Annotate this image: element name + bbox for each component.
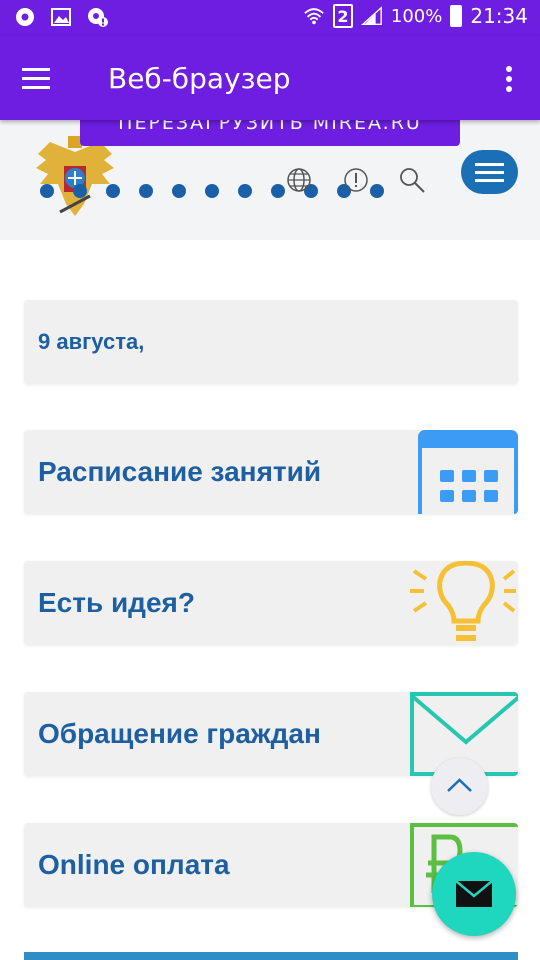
app-bar: Веб-браузер (0, 36, 540, 120)
signal-icon (360, 5, 383, 27)
battery-percent: 100% (390, 5, 443, 27)
carousel-dot[interactable] (106, 184, 120, 198)
clock: 21:34 (470, 4, 528, 28)
schedule-label: Расписание занятий (38, 456, 322, 487)
carousel-dot[interactable] (205, 184, 219, 198)
chevron-up-icon (447, 778, 472, 792)
sim-badge: 2 (332, 4, 353, 28)
payment-label: Online оплата (38, 849, 230, 880)
schedule-card[interactable]: Расписание занятий (24, 430, 518, 514)
idea-label: Есть идея? (38, 587, 195, 618)
scroll-to-top-button[interactable] (431, 758, 488, 815)
settings-alert-icon (86, 6, 108, 28)
search-icon[interactable] (398, 166, 426, 194)
lightbulb-icon (408, 561, 518, 645)
wifi-icon (303, 5, 325, 27)
carousel-dot[interactable] (172, 184, 186, 198)
gallery-icon (50, 6, 72, 28)
carousel-dot[interactable] (40, 184, 54, 198)
idea-card[interactable]: Есть идея? (24, 561, 518, 645)
bottom-banner-image (24, 952, 518, 960)
battery-icon (450, 5, 463, 27)
appeal-label: Обращение граждан (38, 718, 321, 749)
carousel-dot[interactable] (370, 184, 384, 198)
mail-icon (455, 880, 493, 907)
carousel-dot[interactable] (73, 184, 87, 198)
nav-menu-icon[interactable] (22, 68, 50, 95)
date-label: 9 августа, (38, 329, 145, 354)
more-options-icon[interactable] (506, 66, 512, 96)
app-title: Веб-браузер (108, 62, 291, 95)
date-card: 9 августа, (24, 300, 518, 384)
soccer-ball-icon (14, 6, 36, 28)
mail-fab-button[interactable] (432, 852, 516, 936)
carousel-dot[interactable] (271, 184, 285, 198)
calendar-icon (418, 430, 518, 514)
carousel-dots (40, 184, 384, 198)
status-bar: 2 100% 21:34 (0, 0, 540, 36)
carousel-dot[interactable] (139, 184, 153, 198)
alert-icon[interactable] (342, 166, 370, 194)
carousel-dot[interactable] (238, 184, 252, 198)
sim-number: 2 (337, 6, 349, 26)
globe-icon[interactable] (285, 166, 313, 194)
emblem-logo[interactable] (30, 134, 120, 226)
site-menu-button[interactable] (461, 150, 518, 194)
